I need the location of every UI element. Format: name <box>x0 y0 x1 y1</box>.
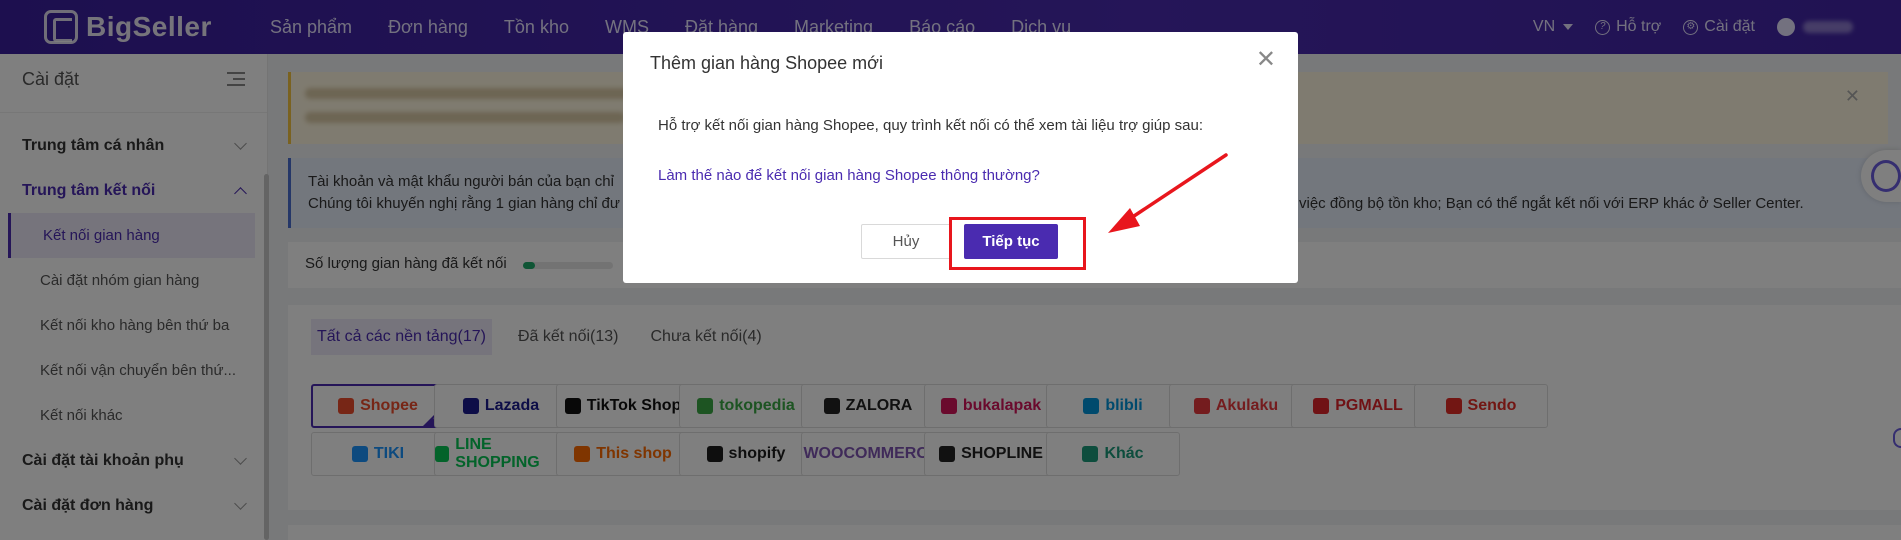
modal-description: Hỗ trợ kết nối gian hàng Shopee, quy trì… <box>658 117 1203 134</box>
help-doc-link[interactable]: Làm thế nào để kết nối gian hàng Shopee … <box>658 167 1040 184</box>
modal-title: Thêm gian hàng Shopee mới <box>650 53 883 73</box>
close-icon[interactable]: ✕ <box>1256 48 1276 72</box>
cancel-button[interactable]: Hủy <box>861 224 951 259</box>
annotation-highlight-box <box>949 217 1086 270</box>
annotation-arrow-icon <box>1108 153 1228 233</box>
